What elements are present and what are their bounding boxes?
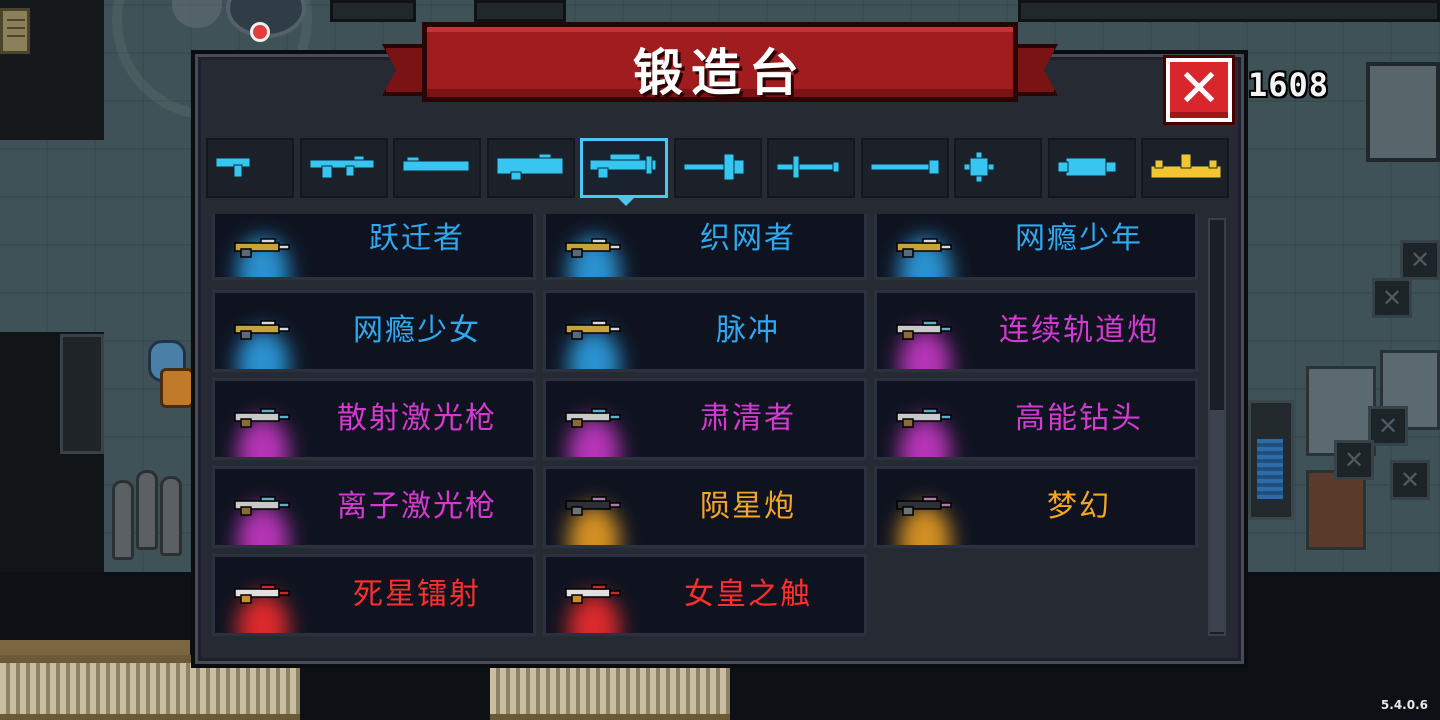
coin-counter: 1608 <box>1248 66 1330 104</box>
weapon-name: 网瘾少年 <box>1015 221 1143 256</box>
weapon-icon <box>234 496 290 516</box>
weapon-icon <box>234 320 290 340</box>
pistol-icon <box>215 157 251 178</box>
gas-tank <box>136 470 158 550</box>
weapon-name: 连续轨道炮 <box>999 313 1159 348</box>
weapon-grid: 跃迁者 织网者 网瘾少年网瘾少女 脉冲 连续轨道炮散射激光枪 肃清者 高能钻头离子激光枪 陨星… <box>212 214 1202 638</box>
rifle-icon <box>309 155 375 179</box>
tab-shuriken[interactable] <box>954 138 1042 198</box>
weapon-name: 肃清者 <box>700 401 796 436</box>
fish-icon <box>1057 157 1117 177</box>
tab-bow[interactable] <box>674 138 762 198</box>
ceiling-pipe <box>1018 0 1440 22</box>
notice-board <box>0 8 30 54</box>
weapon-icon <box>234 408 290 428</box>
crate-icon <box>1400 240 1440 280</box>
close-button[interactable]: ✕ <box>1166 58 1232 122</box>
bow-icon <box>683 153 745 181</box>
gas-tank <box>112 480 134 560</box>
shotgun-icon <box>402 156 470 172</box>
laser-rifle-icon <box>589 153 657 179</box>
weapon-name: 脉冲 <box>716 313 780 348</box>
tab-rifle[interactable] <box>300 138 388 198</box>
active-tab-caret-icon <box>616 196 636 206</box>
notification-dot <box>250 22 270 42</box>
weapon-card[interactable]: 织网者 <box>543 214 867 280</box>
weapon-name: 高能钻头 <box>1015 401 1143 436</box>
shuriken-icon <box>963 152 995 183</box>
tab-shotgun[interactable] <box>393 138 481 198</box>
weapon-icon <box>234 584 290 604</box>
crate-icon <box>1372 278 1412 318</box>
weapon-card[interactable]: 梦幻 <box>874 466 1198 548</box>
doorway <box>60 334 104 454</box>
weapon-name: 女皇之触 <box>684 577 812 612</box>
weapon-name: 跃迁者 <box>369 221 465 256</box>
weapon-card[interactable]: 陨星炮 <box>543 466 867 548</box>
weapon-card[interactable]: 网瘾少女 <box>212 290 536 372</box>
weapon-icon <box>896 496 952 516</box>
scrollbar-thumb[interactable] <box>1210 410 1224 632</box>
crate-icon <box>1334 440 1374 480</box>
weapon-icon <box>896 408 952 428</box>
page-title: 锻造台 <box>633 44 807 102</box>
crate <box>1306 470 1366 550</box>
weapon-category-tabs <box>206 138 1232 198</box>
close-icon: ✕ <box>1177 59 1221 119</box>
weapon-icon <box>565 496 621 516</box>
crown-icon <box>1150 153 1221 179</box>
weapon-name: 散射激光枪 <box>337 401 497 436</box>
weapon-card[interactable]: 肃清者 <box>543 378 867 460</box>
weapon-icon <box>565 238 621 258</box>
weapon-card[interactable]: 高能钻头 <box>874 378 1198 460</box>
tab-sword[interactable] <box>767 138 855 198</box>
gas-tank <box>160 476 182 556</box>
crate-icon <box>1368 406 1408 446</box>
tab-pistol[interactable] <box>206 138 294 198</box>
tab-crown[interactable] <box>1141 138 1229 198</box>
banner-body: 锻造台 <box>422 22 1018 102</box>
weapon-name: 网瘾少女 <box>353 313 481 348</box>
weapon-name: 陨星炮 <box>700 489 796 524</box>
weapon-card[interactable]: 散射激光枪 <box>212 378 536 460</box>
tab-spear[interactable] <box>861 138 949 198</box>
weapon-name: 离子激光枪 <box>337 489 497 524</box>
spear-icon <box>870 159 940 175</box>
weapon-icon <box>565 408 621 428</box>
weapon-card[interactable]: 跃迁者 <box>212 214 536 280</box>
tab-launcher[interactable] <box>487 138 575 198</box>
weapon-card[interactable]: 连续轨道炮 <box>874 290 1198 372</box>
weapon-card[interactable]: 女皇之触 <box>543 554 867 636</box>
weapon-icon <box>896 320 952 340</box>
server-cabinet <box>1248 400 1294 520</box>
player-character <box>148 340 194 416</box>
launcher-icon <box>496 153 564 181</box>
ceiling-vent <box>474 0 566 22</box>
tab-laser-rifle[interactable] <box>580 138 668 198</box>
ceiling-vent <box>330 0 416 22</box>
title-banner: 锻造台 <box>382 20 1058 116</box>
weapon-icon <box>234 238 290 258</box>
weapon-name: 梦幻 <box>1047 489 1111 524</box>
version-label: 5.4.0.6 <box>1380 698 1428 712</box>
weapon-card[interactable]: 脉冲 <box>543 290 867 372</box>
weapon-icon <box>565 584 621 604</box>
weapon-icon <box>896 238 952 258</box>
weapon-name: 织网者 <box>700 221 796 256</box>
weapon-name: 死星镭射 <box>353 577 481 612</box>
machine <box>1366 62 1440 162</box>
weapon-card[interactable]: 死星镭射 <box>212 554 536 636</box>
sword-icon <box>776 155 840 179</box>
crate-icon <box>1390 460 1430 500</box>
weapon-card[interactable]: 网瘾少年 <box>874 214 1198 280</box>
tab-fish[interactable] <box>1048 138 1136 198</box>
weapon-icon <box>565 320 621 340</box>
weapon-card[interactable]: 离子激光枪 <box>212 466 536 548</box>
